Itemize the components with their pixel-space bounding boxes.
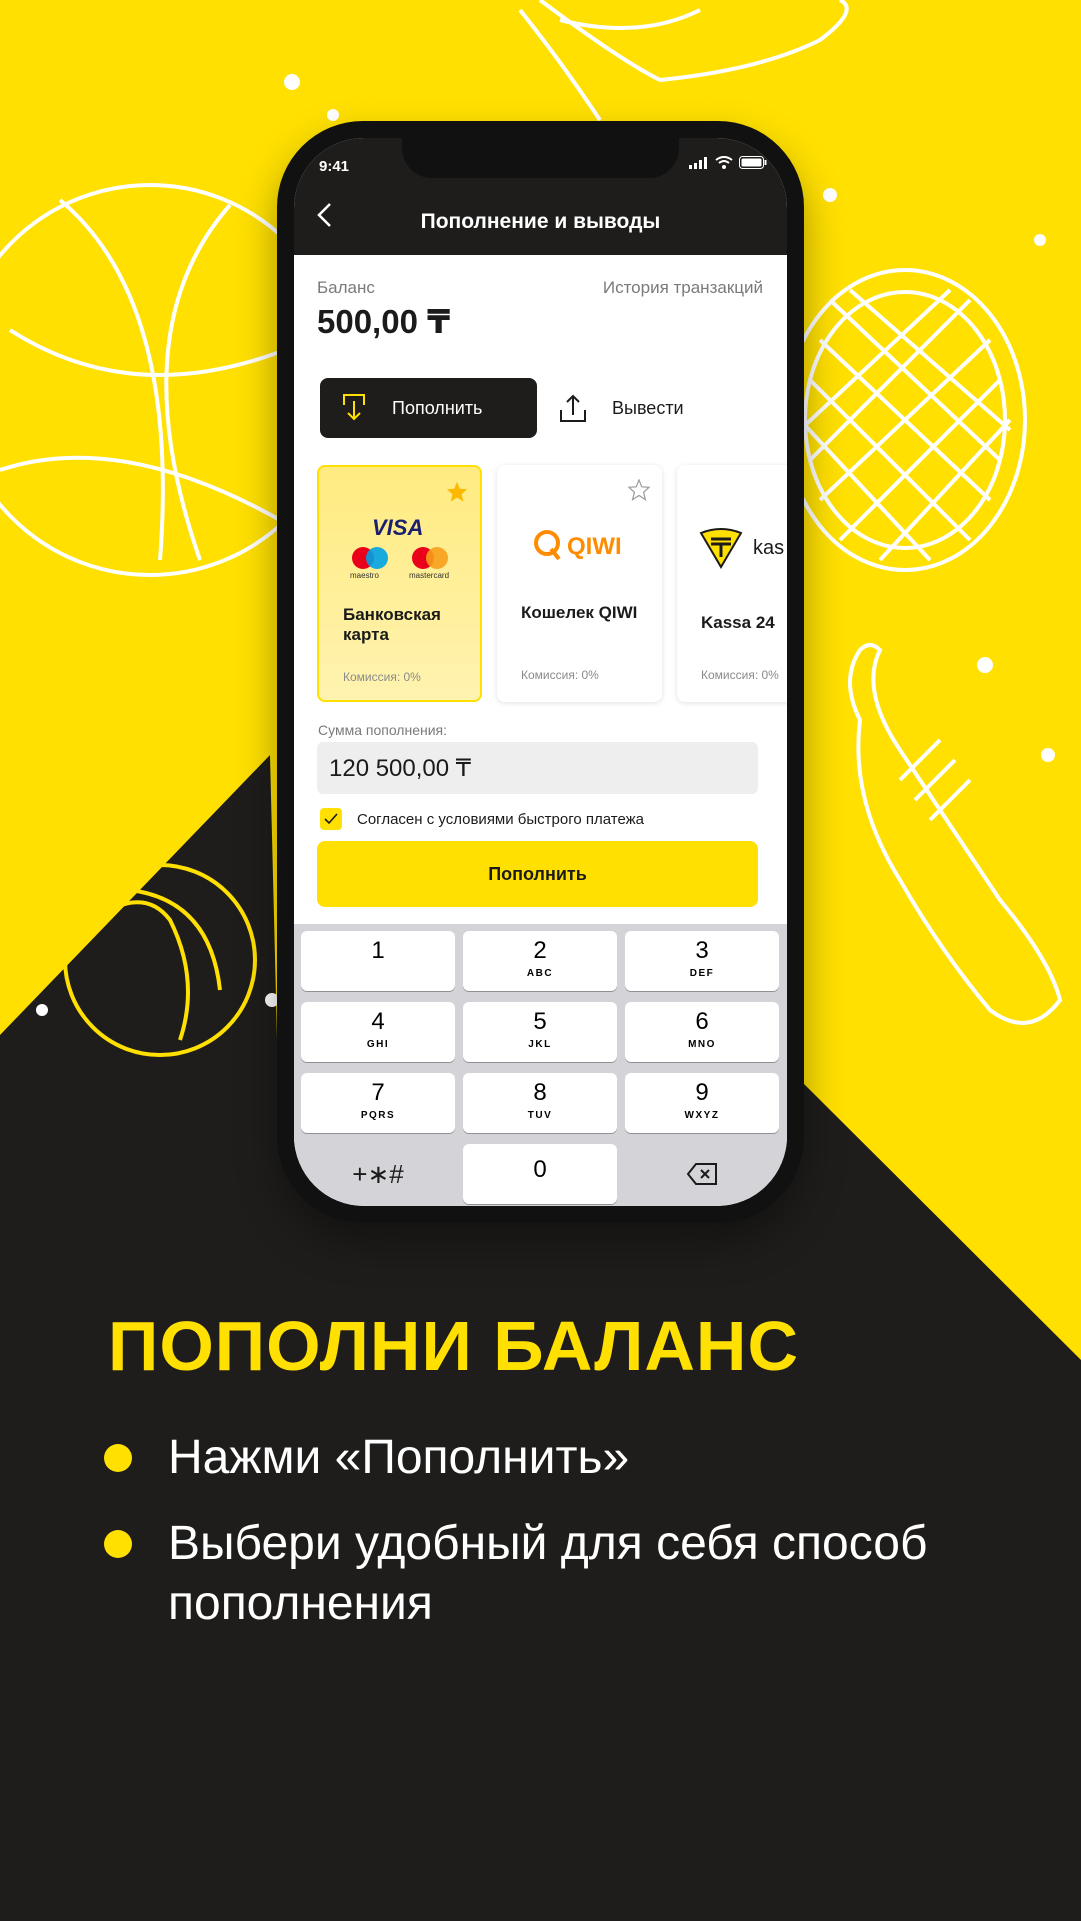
kassa24-logo-icon [699, 528, 743, 569]
signal-icon [689, 156, 707, 169]
key-number: 0 [533, 1156, 547, 1183]
wifi-icon [715, 156, 733, 169]
submit-deposit-button[interactable]: Пополнить [317, 841, 758, 907]
mastercard-logo [412, 547, 448, 569]
method-name: Банковская карта [343, 605, 441, 644]
key-letters: MNO [688, 1039, 716, 1050]
key-number: 3 [695, 937, 709, 964]
key-letters: GHI [366, 1039, 390, 1050]
key-number: 7 [371, 1079, 385, 1106]
key-9[interactable]: 9 WXYZ [625, 1073, 779, 1133]
qiwi-logo-icon [534, 530, 561, 561]
phone-mockup: 9:41 Пополнение и выводы Баланс 500,00 ₸… [277, 121, 804, 1223]
payment-method-qiwi[interactable]: QIWI Кошелек QIWI Комиссия: 0% [497, 465, 662, 702]
key-number: 1 [371, 937, 385, 964]
numeric-keypad: 1 2 ABC 3 DEF 4 GHI 5 JKL 6 MNO 7 PQRS 8 TUV 9 W… [294, 924, 787, 1206]
key-number: 4 [371, 1008, 385, 1035]
status-icons [689, 156, 767, 169]
method-name: Kassa 24 [701, 613, 775, 632]
agreement-label: Согласен с условиями быстрого платежа [357, 810, 645, 828]
app-screen: 9:41 Пополнение и выводы Баланс 500,00 ₸… [294, 138, 787, 1206]
key-3[interactable]: 3 DEF [625, 931, 779, 991]
payment-method-kassa24[interactable]: kas Kassa 24 Комиссия: 0% [677, 465, 787, 702]
key-letters: ABC [526, 968, 554, 979]
bullet-text: Нажми «Пополнить» [168, 1431, 630, 1484]
payment-method-bank-card[interactable]: VISA maestro mastercard Банковская карта… [317, 465, 482, 702]
agreement-row[interactable]: Согласен с условиями быстрого платежа [320, 808, 644, 830]
deposit-tab-label: Пополнить [392, 397, 483, 418]
bullet-dot-icon [104, 1530, 132, 1558]
kassa24-logo-text: kas [753, 537, 785, 559]
qiwi-logo-text: QIWI [567, 533, 622, 560]
key-letters: JKL [528, 1039, 552, 1050]
method-name: Кошелек QIWI [521, 603, 638, 622]
status-time: 9:41 [319, 158, 350, 175]
key-7[interactable]: 7 PQRS [301, 1073, 455, 1133]
key-number: 8 [533, 1079, 547, 1106]
maestro-label: maestro [350, 571, 379, 580]
key-letters: WXYZ [684, 1110, 720, 1121]
check-icon [324, 813, 338, 825]
withdraw-tab-button[interactable]: Вывести [560, 378, 720, 438]
key-symbols[interactable]: +∗# [301, 1144, 455, 1204]
method-fee: Комиссия: 0% [343, 670, 421, 684]
key-letters: PQRS [360, 1110, 396, 1121]
key-number: 6 [695, 1008, 709, 1035]
method-fee: Комиссия: 0% [701, 668, 779, 682]
bullet-text: Выбери удобный для себя способ пополнени… [168, 1517, 928, 1630]
method-fee: Комиссия: 0% [521, 668, 599, 682]
key-number: 2 [533, 937, 547, 964]
phone-notch [402, 138, 679, 178]
mastercard-label: mastercard [409, 571, 450, 580]
deposit-tab-button[interactable]: Пополнить [320, 378, 537, 438]
star-icon[interactable] [446, 481, 468, 503]
bullet-dot-icon [104, 1444, 132, 1472]
key-backspace[interactable] [625, 1144, 779, 1204]
visa-logo: VISA [372, 515, 424, 540]
star-outline-icon[interactable] [628, 479, 650, 501]
page-title: Пополнение и выводы [420, 210, 661, 233]
key-letters: DEF [689, 968, 715, 979]
balance-label: Баланс [317, 278, 375, 297]
balance-value: 500,00 ₸ [317, 303, 451, 340]
key-number: 5 [533, 1008, 547, 1035]
key-letters: TUV [527, 1110, 553, 1121]
key-5[interactable]: 5 JKL [463, 1002, 617, 1062]
key-1[interactable]: 1 [301, 931, 455, 991]
withdraw-tab-label: Вывести [612, 397, 684, 418]
key-8[interactable]: 8 TUV [463, 1073, 617, 1133]
promo-bullet-2: Выбери удобный для себя способ пополнени… [104, 1514, 928, 1634]
promo-headline: ПОПОЛНИ БАЛАНС [108, 1307, 800, 1385]
transaction-history-link[interactable]: История транзакций [603, 278, 763, 298]
amount-label: Сумма пополнения: [318, 722, 448, 738]
key-0[interactable]: 0 [463, 1144, 617, 1204]
key-number: 9 [695, 1079, 709, 1106]
maestro-logo [352, 547, 388, 569]
battery-icon [739, 156, 767, 169]
key-4[interactable]: 4 GHI [301, 1002, 455, 1062]
deposit-icon [343, 394, 365, 421]
agreement-checkbox[interactable] [320, 808, 342, 830]
withdraw-icon [560, 394, 586, 422]
backspace-icon [686, 1163, 717, 1185]
top-bar: 9:41 Пополнение и выводы [294, 138, 787, 255]
promo-bullet-1: Нажми «Пополнить» [104, 1428, 928, 1488]
key-2[interactable]: 2 ABC [463, 931, 617, 991]
amount-input[interactable]: 120 500,00 ₸ [317, 742, 758, 794]
key-6[interactable]: 6 MNO [625, 1002, 779, 1062]
